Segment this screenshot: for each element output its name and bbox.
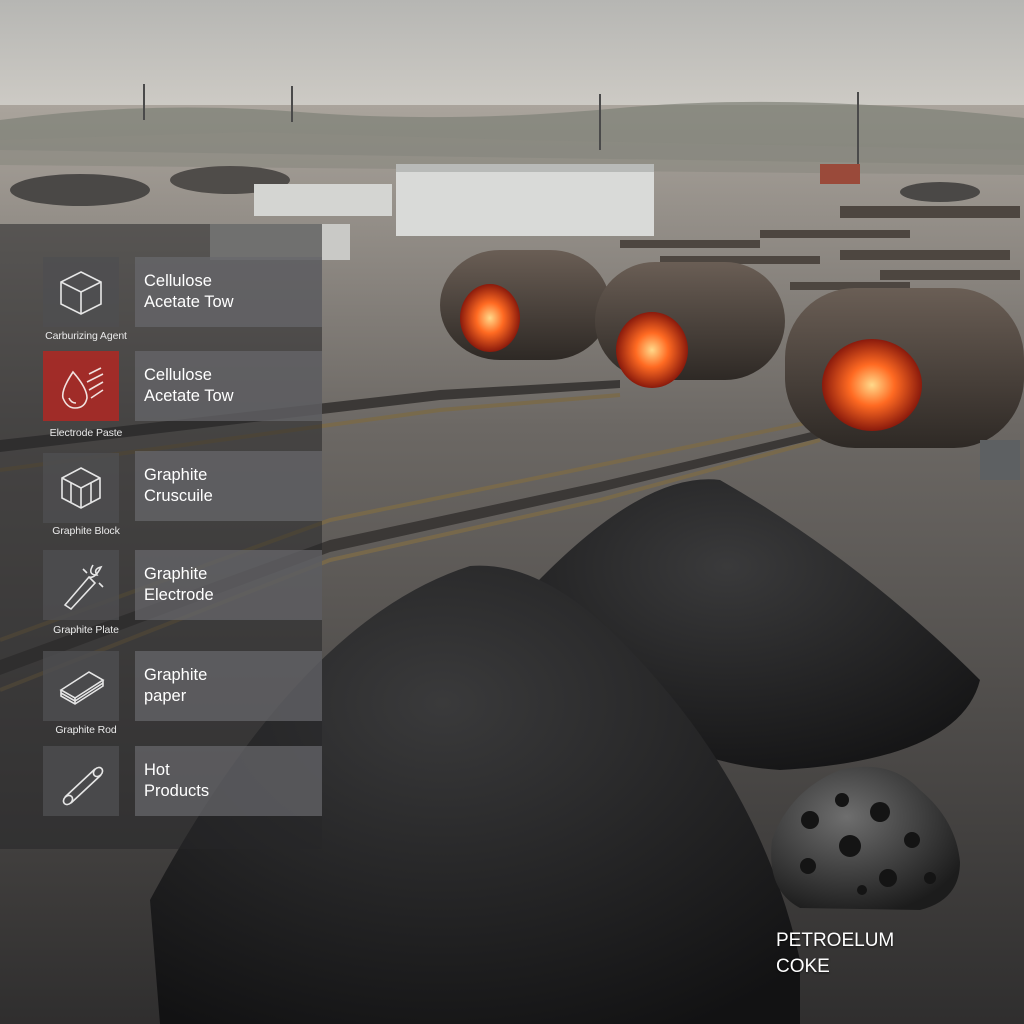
icon-caption: Graphite Block: [52, 525, 120, 537]
product-tile[interactable]: Cellulose Acetate Tow: [135, 351, 322, 421]
icon-caption: Carburizing Agent: [45, 330, 127, 342]
hexagon-block-icon: [61, 467, 101, 509]
product-tile[interactable]: Cellulose Acetate Tow: [135, 257, 322, 327]
paper-stack-icon-tile[interactable]: [43, 651, 119, 721]
icon-caption: Electrode Paste: [49, 427, 123, 439]
droplet-icon-tile[interactable]: [43, 351, 119, 421]
icon-caption: Graphite Rod: [55, 724, 117, 736]
rod-icon-tile[interactable]: [43, 746, 119, 816]
product-label: Cellulose Acetate Tow: [144, 366, 234, 405]
rod-icon: [62, 766, 104, 806]
product-tile[interactable]: Graphite Electrode: [135, 550, 322, 620]
product-label: Cellulose Acetate Tow: [144, 272, 234, 311]
product-tile[interactable]: Graphite paper: [135, 651, 322, 721]
icon-caption: Graphite Plate: [53, 624, 119, 636]
droplet-icon: [61, 367, 104, 409]
product-label: Graphite Electrode: [144, 565, 214, 604]
product-label: Hot Products: [144, 761, 210, 800]
cube-icon: [60, 271, 102, 315]
electrode-spark-icon: [63, 564, 104, 611]
product-tile[interactable]: Graphite Cruscuile: [135, 451, 322, 521]
product-tile[interactable]: Hot Products: [135, 746, 322, 816]
product-label: Graphite paper: [144, 666, 208, 705]
hexagon-block-icon-tile[interactable]: [43, 453, 119, 523]
product-label: Graphite Cruscuile: [144, 466, 213, 505]
electrode-spark-icon-tile[interactable]: [43, 550, 119, 620]
cube-icon-tile[interactable]: [43, 257, 119, 327]
paper-stack-icon: [59, 671, 105, 705]
petroleum-coke-label: PETROELUM COKE: [776, 930, 895, 977]
